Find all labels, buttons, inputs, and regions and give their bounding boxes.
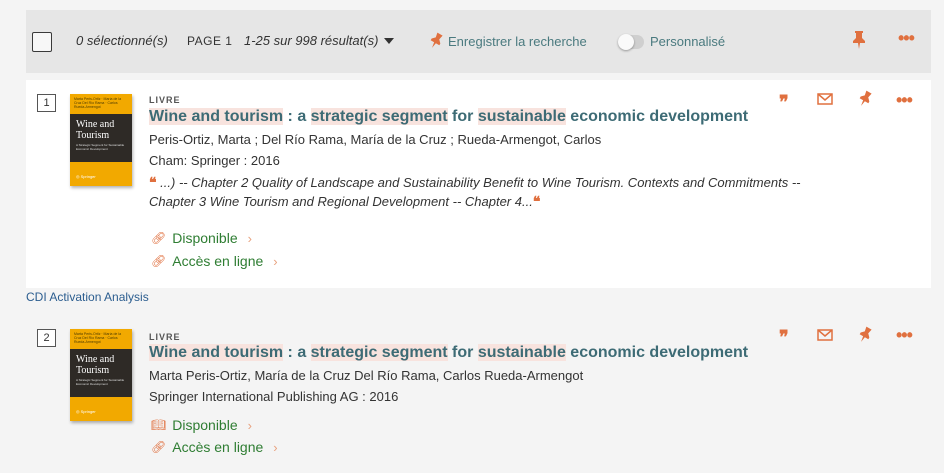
book-cover[interactable]: Marta Peris-Ortiz · María de la Cruz Del…	[70, 94, 132, 186]
pin-icon[interactable]	[857, 90, 873, 108]
results-range: 1-25 sur 998 résultat(s)	[244, 33, 379, 48]
pin-icon[interactable]	[857, 326, 873, 344]
more-icon[interactable]: •••	[898, 29, 915, 47]
chevron-right-icon: ›	[247, 230, 252, 246]
pin-icon[interactable]	[851, 30, 867, 50]
caret-down-icon[interactable]	[384, 38, 394, 44]
quote-icon: ❝	[149, 174, 157, 190]
results-page: 0 sélectionné(s) PAGE 1 1-25 sur 998 rés…	[0, 0, 944, 473]
online-access-link[interactable]: 🔗︎ Accès en ligne ›	[151, 253, 278, 269]
chevron-right-icon: ›	[273, 253, 278, 269]
mail-icon[interactable]	[817, 329, 833, 341]
pin-icon	[430, 32, 443, 48]
result-number[interactable]: 2	[37, 329, 56, 347]
select-all-checkbox[interactable]	[32, 32, 52, 52]
quote-icon[interactable]: ❞	[779, 92, 789, 113]
result-publisher: Cham: Springer : 2016	[149, 153, 280, 168]
result-number[interactable]: 1	[37, 94, 56, 112]
availability-label: Disponible	[172, 230, 238, 246]
result-publisher: Springer International Publishing AG : 2…	[149, 389, 399, 404]
availability-link[interactable]: 📖︎ Disponible ›	[151, 417, 252, 433]
resource-type: LIVRE	[149, 95, 181, 105]
resource-type: LIVRE	[149, 332, 181, 342]
link-icon: 🔗︎	[151, 440, 167, 454]
link-icon: 🔗︎	[151, 231, 167, 245]
chevron-right-icon: ›	[247, 417, 252, 433]
page-indicator: PAGE 1	[187, 34, 233, 48]
result-card[interactable]: 2 Marta Peris-Ortiz · María de la Cruz D…	[26, 315, 931, 473]
mail-icon[interactable]	[817, 93, 833, 105]
availability-link[interactable]: 🔗︎ Disponible ›	[151, 230, 252, 246]
save-search-button[interactable]: Enregistrer la recherche	[428, 32, 587, 50]
quote-icon: ❝	[532, 193, 541, 209]
book-cover[interactable]: Marta Peris-Ortiz · María de la Cruz Del…	[70, 329, 132, 421]
save-search-label: Enregistrer la recherche	[448, 33, 587, 49]
result-authors: Peris-Ortiz, Marta ; Del Río Rama, María…	[149, 132, 602, 147]
quote-icon[interactable]: ❞	[779, 327, 789, 348]
result-authors: Marta Peris-Ortiz, María de la Cruz Del …	[149, 368, 584, 383]
more-icon[interactable]: •••	[896, 91, 913, 109]
cdi-activation-link[interactable]: CDI Activation Analysis	[26, 290, 149, 304]
personalize-toggle[interactable]	[618, 34, 644, 50]
selected-count: 0 sélectionné(s)	[76, 33, 168, 48]
result-title[interactable]: Wine and tourism : a strategic segment f…	[149, 344, 748, 362]
book-icon: 📖︎	[151, 418, 167, 432]
online-access-link[interactable]: 🔗︎ Accès en ligne ›	[151, 439, 278, 455]
online-access-label: Accès en ligne	[172, 253, 264, 269]
result-title[interactable]: Wine and tourism : a strategic segment f…	[149, 108, 748, 126]
availability-label: Disponible	[172, 417, 238, 433]
cover-title: Wine and Tourism	[76, 119, 115, 141]
personalize-label: Personnalisé	[650, 34, 726, 49]
result-snippet: ❝ ...) -- Chapter 2 Quality of Landscape…	[149, 174, 801, 209]
link-icon: 🔗︎	[151, 254, 167, 268]
chevron-right-icon: ›	[273, 439, 278, 455]
online-access-label: Accès en ligne	[172, 439, 264, 455]
cover-title: Wine and Tourism	[76, 354, 115, 376]
results-toolbar: 0 sélectionné(s) PAGE 1 1-25 sur 998 rés…	[26, 10, 931, 73]
more-icon[interactable]: •••	[896, 326, 913, 344]
result-card[interactable]: 1 Marta Peris-Ortiz · María de la Cruz D…	[26, 80, 931, 288]
